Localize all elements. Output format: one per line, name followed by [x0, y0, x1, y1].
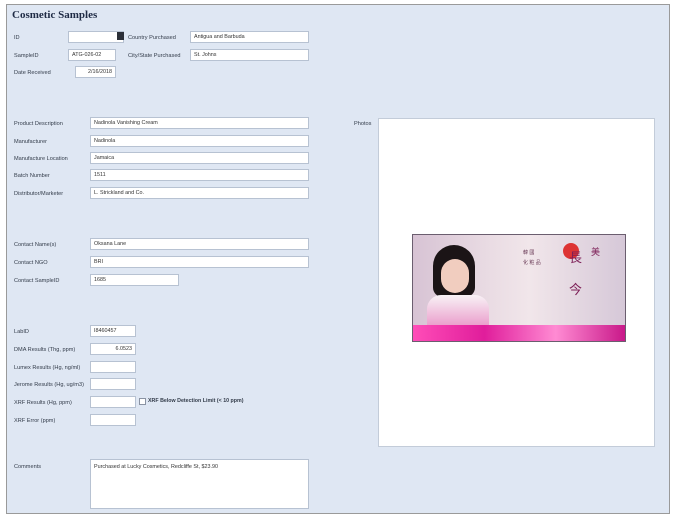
labid-label: LabID — [14, 329, 29, 335]
contact-name-field[interactable]: Oksana Lane — [90, 238, 309, 250]
photo-model-face — [441, 259, 469, 293]
manufacturer-label: Manufacturer — [14, 139, 47, 145]
manufacture-location-field[interactable]: Jamaica — [90, 152, 309, 164]
country-purchased-field[interactable]: Antigua and Barbuda — [190, 31, 309, 43]
id-field[interactable] — [68, 31, 124, 43]
form-title: Cosmetic Samples — [12, 9, 98, 21]
distributor-field[interactable]: L. Strickland and Co. — [90, 187, 309, 199]
lumex-results-field[interactable] — [90, 361, 136, 373]
xrf-results-label: XRF Results (Hg, ppm) — [14, 400, 72, 406]
xrf-below-detection-label: XRF Below Detection Limit (< 10 ppm) — [148, 398, 244, 404]
jerome-results-field[interactable] — [90, 378, 136, 390]
comments-label: Comments — [14, 464, 42, 470]
jerome-results-label: Jerome Results (Hg, ug/m3) — [14, 382, 84, 388]
comments-field[interactable]: Purchased at Lucky Cosmetics, Redcliffe … — [90, 459, 309, 509]
id-record-selector[interactable] — [117, 32, 124, 40]
product-description-field[interactable]: Nadinola Vanishing Cream — [90, 117, 309, 129]
dma-results-label: DMA Results (Thg, ppm) — [14, 347, 76, 353]
xrf-below-detection-checkbox[interactable] — [139, 398, 146, 405]
dma-results-field[interactable]: 6.0523 — [90, 343, 136, 355]
lumex-results-label: Lumex Results (Hg, ng/ml) — [14, 365, 81, 371]
contact-sampleid-label: Contact SampleID — [14, 278, 60, 284]
xrf-error-label: XRF Error (ppm) — [14, 418, 56, 424]
contact-ngo-label: Contact NGO — [14, 260, 48, 266]
id-label: ID — [14, 35, 20, 41]
contact-sampleid-field[interactable]: 1685 — [90, 274, 179, 286]
manufacture-location-label: Manufacture Location — [14, 156, 68, 162]
photos-label: Photos — [354, 121, 372, 127]
sampleid-label: SampleID — [14, 53, 39, 59]
city-purchased-field[interactable]: St. Johns — [190, 49, 309, 61]
photo-brand-glyph-3: 美 — [591, 248, 601, 258]
product-description-label: Product Description — [14, 121, 63, 127]
contact-ngo-field[interactable]: BRI — [90, 256, 309, 268]
batch-number-field[interactable]: 1511 — [90, 169, 309, 181]
xrf-results-field[interactable] — [90, 396, 136, 408]
city-purchased-label: City/State Purchased — [128, 53, 181, 59]
photo-small-text-1: 韓 國 — [523, 250, 535, 256]
photo-brand-glyph-2: 今 — [569, 283, 583, 298]
contact-name-label: Contact Name(s) — [14, 242, 57, 248]
date-received-field[interactable]: 2/16/2018 — [75, 66, 116, 78]
xrf-error-field[interactable] — [90, 414, 136, 426]
country-purchased-label: Country Purchased — [128, 35, 176, 41]
photo-small-text-2: 化 粧 品 — [523, 260, 541, 266]
product-photo[interactable]: 長 今 美 韓 國 化 粧 品 — [412, 234, 626, 342]
batch-number-label: Batch Number — [14, 173, 50, 179]
photo-brand-glyph-1: 長 — [569, 251, 583, 266]
distributor-label: Distributor/Marketer — [14, 191, 64, 197]
sampleid-field[interactable]: ATG-026-02 — [68, 49, 116, 61]
date-received-label: Date Received — [14, 70, 51, 76]
manufacturer-field[interactable]: Nadinola — [90, 135, 309, 147]
labid-field[interactable]: I8460457 — [90, 325, 136, 337]
photo-pink-band — [413, 325, 625, 341]
